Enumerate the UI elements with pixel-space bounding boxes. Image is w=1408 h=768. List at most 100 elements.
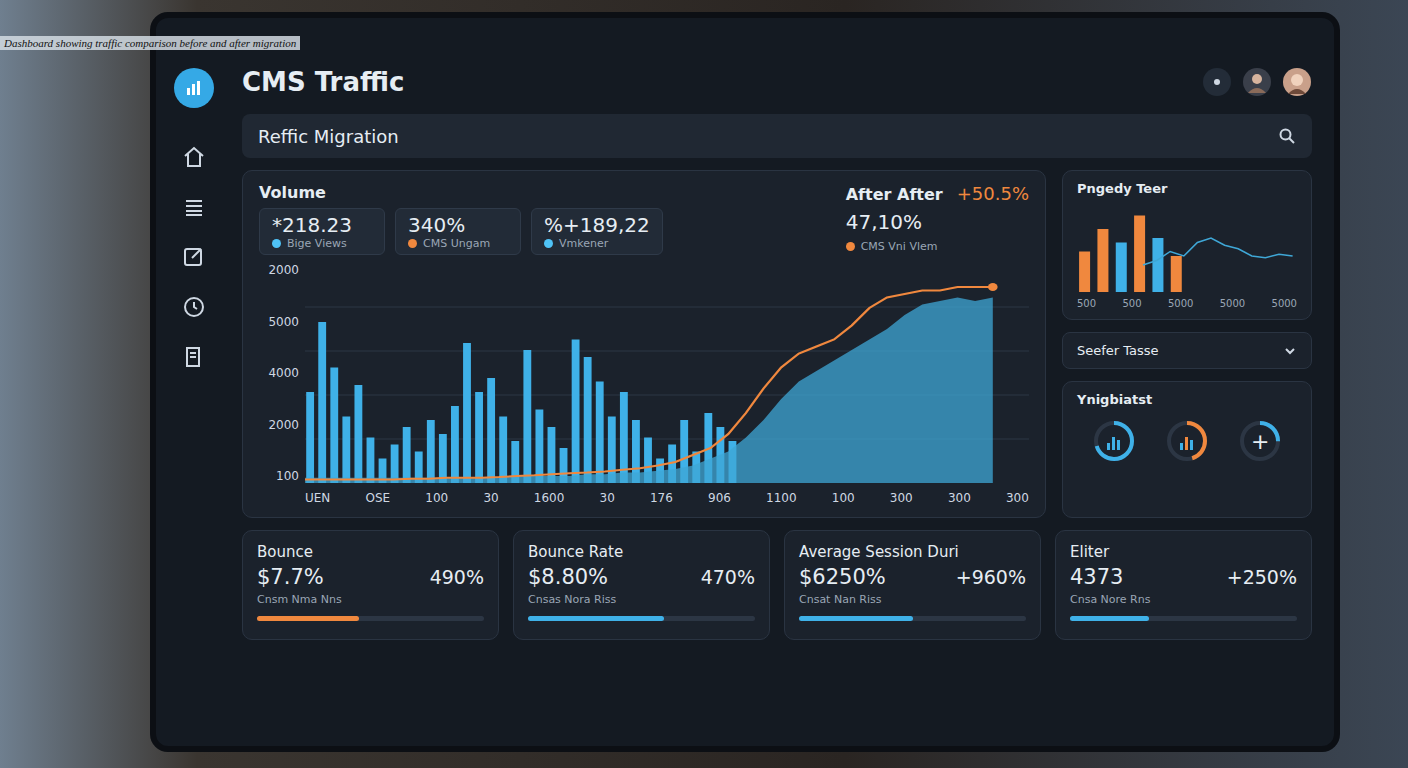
mini-line: [1143, 238, 1293, 265]
traffic-bar[interactable]: [391, 445, 399, 484]
x-tick: 906: [708, 491, 731, 505]
mini-bar[interactable]: [1171, 256, 1182, 292]
x-tick: OSE: [366, 491, 391, 505]
stat-chip: %+189,22 Vmkener: [531, 208, 663, 255]
volume-title: Volume: [259, 183, 663, 202]
metric-values: $7.7% 490%: [257, 565, 484, 589]
metric-values: $6250% +960%: [799, 565, 1026, 589]
metrics-row: Bounce $7.7% 490% Cnsm Nma Nns Bounce Ra…: [242, 530, 1312, 640]
traffic-bar[interactable]: [572, 340, 580, 484]
x-tick: 300: [890, 491, 913, 505]
y-tick: 2000: [259, 418, 299, 432]
mini-x-tick: 500: [1122, 298, 1141, 309]
stat-value: %+189,22: [544, 213, 650, 237]
traffic-bar[interactable]: [523, 350, 531, 483]
mini-chart: [1077, 202, 1297, 292]
stat-chip: *218.23 Bige Views: [259, 208, 385, 255]
mini-x-tick: 5000: [1168, 298, 1193, 309]
metric-value: $7.7%: [257, 565, 324, 589]
mini-bar[interactable]: [1097, 229, 1108, 292]
mini-x-axis: 500500500050005000: [1077, 298, 1297, 309]
metric-progress: [257, 616, 484, 621]
header: CMS Traffic: [242, 62, 1312, 102]
metric-card: Bounce Rate $8.80% 470% Cnsas Nora Riss: [513, 530, 770, 640]
mini-bar[interactable]: [1079, 252, 1090, 293]
mini-bar[interactable]: [1134, 216, 1145, 293]
edit-icon[interactable]: [181, 244, 207, 270]
traffic-bar[interactable]: [487, 378, 495, 483]
dropdown-value: Seefer Tasse: [1077, 343, 1159, 358]
y-tick: 5000: [259, 315, 299, 329]
stats-row: Volume *218.23 Bige Views340% CMS Ungam%…: [259, 183, 1029, 255]
metric-title: Average Session Duri: [799, 543, 1026, 561]
x-tick: 1100: [766, 491, 797, 505]
metric-change: 470%: [701, 566, 755, 588]
traffic-bar[interactable]: [439, 434, 447, 483]
after-head: After After +50.5%: [846, 183, 1029, 204]
traffic-chart: [305, 263, 1029, 483]
gauge[interactable]: +: [1236, 417, 1284, 465]
traffic-bar[interactable]: [306, 392, 314, 483]
traffic-bar[interactable]: [342, 417, 350, 484]
mini-x-tick: 5000: [1220, 298, 1245, 309]
after-label: CMS Vni Vlem: [846, 240, 1029, 253]
gauge[interactable]: [1163, 417, 1211, 465]
stat-chips: *218.23 Bige Views340% CMS Ungam%+189,22…: [259, 208, 663, 255]
traffic-bar[interactable]: [318, 322, 326, 483]
logo-icon[interactable]: [174, 68, 214, 108]
photo-background: Dashboard showing traffic comparison bef…: [0, 0, 1408, 768]
stat-dot: [272, 239, 281, 248]
y-tick: 100: [259, 469, 299, 483]
user-avatar-icon[interactable]: [1242, 67, 1272, 97]
stat-label: CMS Ungam: [408, 237, 508, 250]
after-area: [305, 298, 993, 484]
x-axis: UENOSE100301600301769061100100300300300: [259, 491, 1029, 505]
traffic-bar[interactable]: [427, 420, 435, 483]
traffic-bar[interactable]: [535, 410, 543, 484]
after-group: After After +50.5% 47,10% CMS Vni Vlem: [846, 183, 1029, 255]
right-column: Pngedy Teer 500500500050005000 Seefer Ta…: [1062, 170, 1312, 518]
metric-subtitle: Cnsas Nora Riss: [528, 593, 755, 606]
metric-value: $8.80%: [528, 565, 608, 589]
metric-subtitle: Cnsat Nan Riss: [799, 593, 1026, 606]
clock-icon[interactable]: [181, 294, 207, 320]
mini-x-tick: 5000: [1272, 298, 1297, 309]
home-icon[interactable]: [181, 144, 207, 170]
search-bar[interactable]: Reffic Migration: [242, 114, 1312, 158]
mini-bar[interactable]: [1152, 238, 1163, 292]
traffic-bar[interactable]: [367, 438, 375, 484]
metric-progress-fill: [1070, 616, 1149, 621]
gauge[interactable]: [1090, 417, 1138, 465]
traffic-bar[interactable]: [463, 343, 471, 483]
traffic-bar[interactable]: [330, 368, 338, 484]
traffic-bar[interactable]: [451, 406, 459, 483]
line-end-point[interactable]: [988, 283, 998, 291]
x-tick: 100: [425, 491, 448, 505]
traffic-bar[interactable]: [499, 417, 507, 484]
chevron-down-icon: [1283, 344, 1297, 358]
traffic-bar[interactable]: [608, 417, 616, 484]
x-tick: 300: [948, 491, 971, 505]
document-icon[interactable]: [181, 344, 207, 370]
traffic-bar[interactable]: [354, 385, 362, 483]
y-tick: 4000: [259, 366, 299, 380]
user-avatar-icon[interactable]: [1282, 67, 1312, 97]
stat-dot: [408, 239, 417, 248]
traffic-bar[interactable]: [403, 427, 411, 483]
list-icon[interactable]: [181, 194, 207, 220]
after-change: +50.5%: [957, 183, 1029, 204]
traffic-bar[interactable]: [475, 392, 483, 483]
traffic-bar[interactable]: [584, 357, 592, 483]
search-icon[interactable]: [1278, 127, 1296, 145]
gauges-title: Ynigbiatst: [1077, 392, 1297, 407]
sidebar: [156, 18, 232, 746]
traffic-chart-card: Volume *218.23 Bige Views340% CMS Ungam%…: [242, 170, 1046, 518]
settings-dot-icon[interactable]: [1202, 67, 1232, 97]
metric-change: 490%: [430, 566, 484, 588]
header-actions: [1202, 67, 1312, 97]
plot-area: 2000500040002000100: [259, 263, 1029, 483]
filter-dropdown[interactable]: Seefer Tasse: [1062, 332, 1312, 369]
traffic-bar[interactable]: [596, 382, 604, 484]
gauge-ring-icon: [1090, 417, 1138, 465]
mini-bar[interactable]: [1116, 243, 1127, 293]
